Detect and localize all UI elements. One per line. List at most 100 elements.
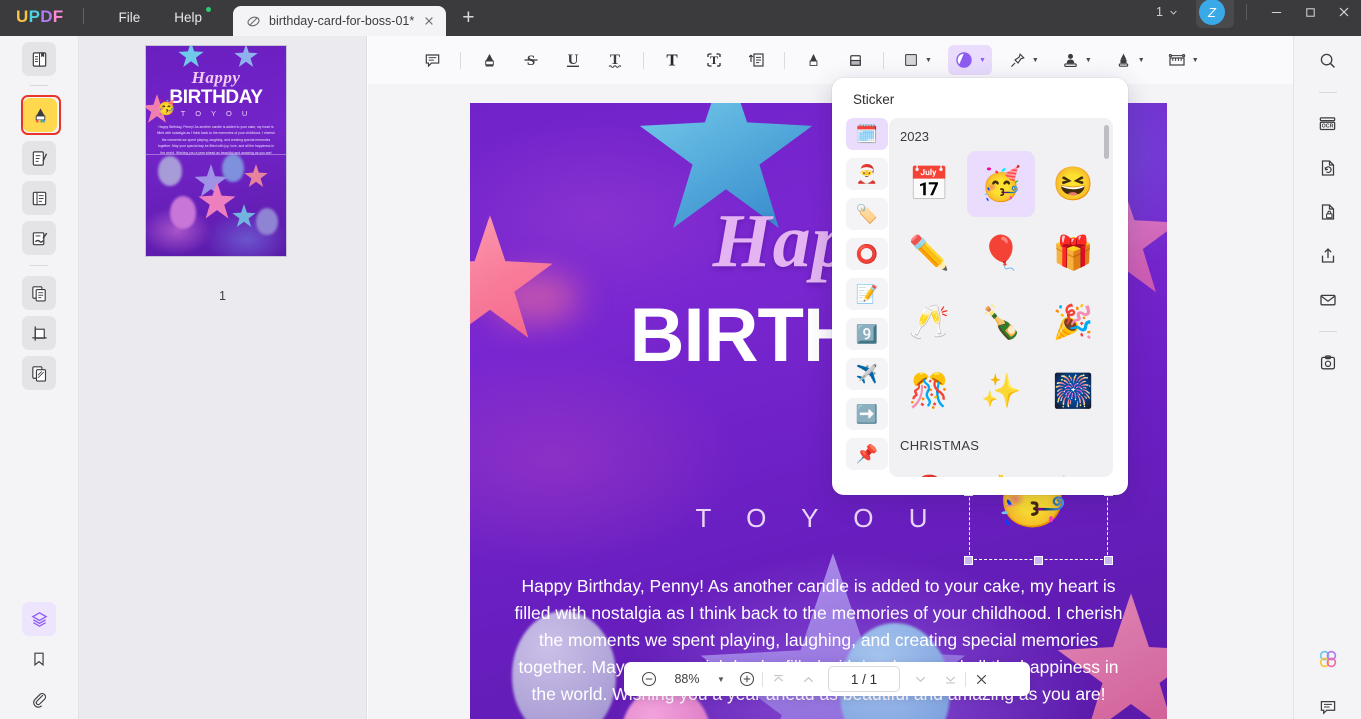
chevron-down-icon: ▼ bbox=[925, 56, 932, 64]
sticker-hello-2023-pencil[interactable]: ✏️ bbox=[895, 220, 963, 286]
sidebar-form[interactable] bbox=[22, 181, 56, 215]
sticker-party-smiley[interactable]: 🥳 bbox=[967, 151, 1035, 217]
zoom-out-button[interactable] bbox=[634, 664, 664, 694]
sticker-candy-cane[interactable]: 🍬 bbox=[1039, 460, 1107, 478]
sticker-grid[interactable]: 2023 📅 🥳 😆 ✏️ 🎈 🎁 🥂 🍾 🎉 🎊 ✨ 🎆 CHRISTMAS … bbox=[889, 118, 1113, 477]
sidebar-layers[interactable] bbox=[22, 602, 56, 636]
resize-handle-s[interactable] bbox=[1034, 556, 1043, 565]
sticker-cat-tape[interactable]: 🏷️ bbox=[846, 198, 888, 230]
comment-icon bbox=[1318, 697, 1338, 717]
sticker-cat-christmas[interactable]: 🎅 bbox=[846, 158, 888, 190]
next-page-button[interactable] bbox=[905, 664, 935, 694]
avatar-container[interactable]: Z bbox=[1196, 0, 1234, 28]
document-tab[interactable]: birthday-card-for-boss-01* bbox=[233, 6, 447, 36]
sticker-champagne-glasses[interactable]: 🥂 bbox=[895, 289, 963, 355]
sticker-row: 🎅 🎄 🍬 bbox=[889, 460, 1113, 478]
sidebar-crop[interactable] bbox=[22, 316, 56, 350]
resize-handle-sw[interactable] bbox=[964, 556, 973, 565]
tool-pin[interactable]: ▼ bbox=[1002, 45, 1045, 75]
first-page-button[interactable] bbox=[763, 664, 793, 694]
right-comments[interactable] bbox=[1311, 690, 1345, 719]
annotate-toolbar: S U T T T ▼ ▼ ▼ ▼ ▼ ▼ bbox=[368, 36, 1293, 84]
right-search[interactable] bbox=[1311, 44, 1345, 78]
tool-strikethrough[interactable]: S bbox=[515, 45, 547, 75]
squiggly-T-icon: T bbox=[605, 50, 625, 70]
prev-page-button[interactable] bbox=[793, 664, 823, 694]
first-page-icon bbox=[770, 671, 787, 688]
tool-text-box[interactable]: T bbox=[698, 45, 730, 75]
tool-underline[interactable]: U bbox=[557, 45, 589, 75]
sticker-party-popper[interactable]: 🎉 bbox=[1039, 289, 1107, 355]
tool-highlight[interactable] bbox=[473, 45, 505, 75]
close-nav-button[interactable] bbox=[966, 664, 996, 694]
window-close-icon[interactable] bbox=[1327, 1, 1361, 23]
tool-eraser[interactable] bbox=[839, 45, 871, 75]
sticker-balloons[interactable]: 🎈 bbox=[967, 220, 1035, 286]
number-nine-icon: 9️⃣ bbox=[855, 323, 879, 344]
sticker-cat-notepad[interactable]: 📝 bbox=[846, 278, 888, 310]
document-tab-title: birthday-card-for-boss-01* bbox=[269, 14, 415, 28]
minimize-icon[interactable] bbox=[1259, 1, 1293, 23]
sticker-fireworks[interactable]: 🎆 bbox=[1039, 358, 1107, 424]
tool-squiggly[interactable]: T bbox=[599, 45, 631, 75]
sticker-cat-new-year[interactable]: 🗓️ bbox=[846, 118, 888, 150]
sticker-cat-numbers[interactable]: 9️⃣ bbox=[846, 318, 888, 350]
decor-balloon bbox=[170, 196, 196, 229]
sidebar-edit-pdf[interactable] bbox=[22, 141, 56, 175]
sticker-santa-hat[interactable]: 🎅 bbox=[895, 460, 963, 478]
zoom-level-value[interactable]: 88% bbox=[664, 672, 710, 686]
sticker-happy-new-year-banner[interactable]: 🎊 bbox=[895, 358, 963, 424]
page-thumbnail[interactable]: Happy BIRTHDAY T O Y O U 🥳 Happy Birthda… bbox=[145, 45, 287, 257]
sticker-gifts[interactable]: 🎁 bbox=[1039, 220, 1107, 286]
sidebar-reader-view[interactable] bbox=[22, 42, 56, 76]
tool-signature[interactable]: ▼ bbox=[1108, 45, 1151, 75]
last-page-button[interactable] bbox=[935, 664, 965, 694]
updf-logo: UPDF bbox=[0, 7, 63, 36]
sticker-cat-paper-plane[interactable]: ✈️ bbox=[846, 358, 888, 390]
plus-icon[interactable]: + bbox=[462, 6, 474, 36]
menu-help[interactable]: Help bbox=[174, 7, 211, 36]
sticker-champagne-bottle[interactable]: 🍾 bbox=[967, 289, 1035, 355]
sticker-grid-scrollbar[interactable] bbox=[1104, 125, 1109, 159]
sticker-christmas-tree[interactable]: 🎄 bbox=[967, 460, 1035, 478]
right-ocr[interactable]: OCR bbox=[1311, 107, 1345, 141]
tool-measure[interactable]: ▼ bbox=[1161, 45, 1205, 75]
tool-callout[interactable] bbox=[740, 45, 772, 75]
thumbnail-title: Happy bbox=[191, 68, 241, 87]
sticker-party-laughing[interactable]: 😆 bbox=[1039, 151, 1107, 217]
tool-pencil[interactable] bbox=[797, 45, 829, 75]
right-batch[interactable] bbox=[1311, 346, 1345, 380]
right-convert[interactable] bbox=[1311, 151, 1345, 185]
sticker-happy-new-year-script[interactable]: ✨ bbox=[967, 358, 1035, 424]
zoom-dropdown-chevron-down-icon[interactable]: ▼ bbox=[710, 675, 732, 684]
close-icon[interactable] bbox=[422, 14, 436, 28]
logo-letter-u: U bbox=[16, 7, 29, 26]
right-share[interactable] bbox=[1311, 239, 1345, 273]
tool-text[interactable]: T bbox=[656, 45, 688, 75]
sidebar-organize-pages[interactable] bbox=[22, 276, 56, 310]
sidebar-bookmarks[interactable] bbox=[22, 642, 56, 676]
tool-sticker[interactable]: ▼ bbox=[947, 45, 992, 75]
tool-shapes[interactable]: ▼ bbox=[896, 45, 938, 75]
page-indicator-input[interactable]: 1 / 1 bbox=[828, 666, 900, 692]
maximize-icon[interactable] bbox=[1293, 1, 1327, 23]
sticker-cat-circle[interactable]: ⭕ bbox=[846, 238, 888, 270]
zoom-in-button[interactable] bbox=[732, 664, 762, 694]
sidebar-compare[interactable] bbox=[22, 356, 56, 390]
resize-handle-se[interactable] bbox=[1104, 556, 1113, 565]
right-ai-assistant[interactable] bbox=[1311, 642, 1345, 676]
menu-file[interactable]: File bbox=[118, 10, 140, 36]
right-email[interactable] bbox=[1311, 283, 1345, 317]
decor-balloon bbox=[256, 208, 278, 235]
lock-document-icon bbox=[1318, 202, 1338, 222]
sticker-cat-arrow[interactable]: ➡️ bbox=[846, 398, 888, 430]
sticker-new-year-calendar[interactable]: 📅 bbox=[895, 151, 963, 217]
right-protect[interactable] bbox=[1311, 195, 1345, 229]
window-page-count[interactable]: 1 bbox=[1156, 5, 1178, 19]
tool-sticky-note[interactable] bbox=[416, 45, 448, 75]
sidebar-annotate[interactable] bbox=[23, 98, 57, 132]
tool-stamp[interactable]: ▼ bbox=[1055, 45, 1098, 75]
sticker-cat-sticky-note[interactable]: 📌 bbox=[846, 438, 888, 470]
sidebar-sign[interactable] bbox=[22, 221, 56, 255]
sidebar-attachments[interactable] bbox=[22, 682, 56, 716]
